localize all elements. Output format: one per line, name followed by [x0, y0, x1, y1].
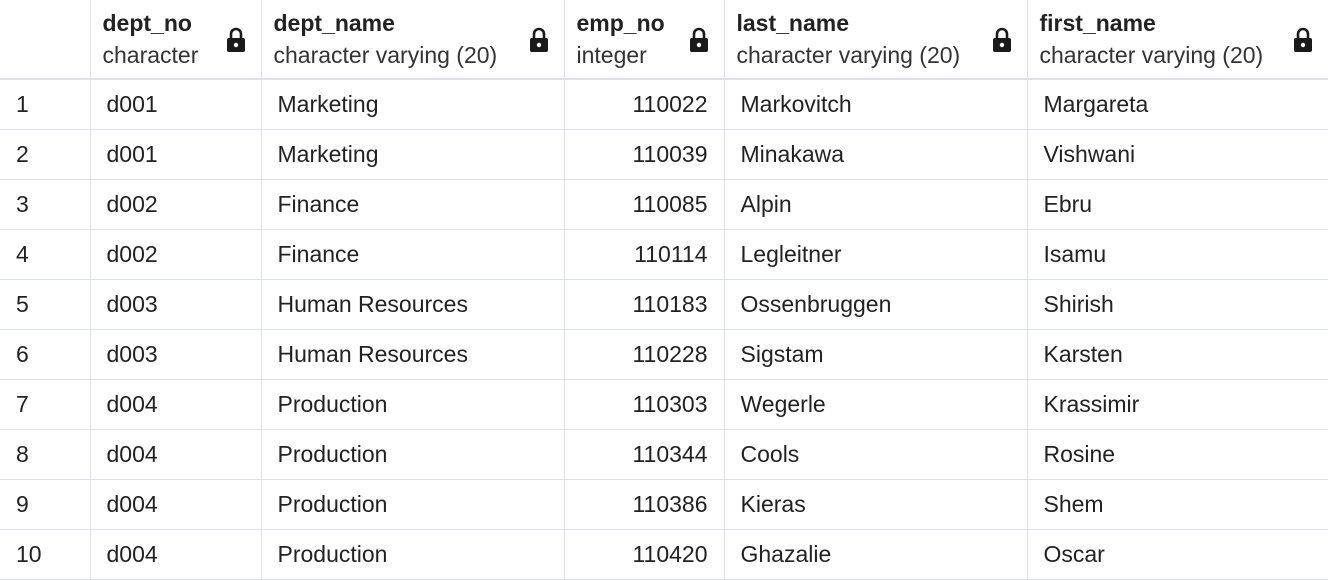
row-index[interactable]: 1 [0, 79, 91, 130]
lock-icon [1293, 27, 1312, 52]
cell-last-name[interactable]: Legleitner [724, 229, 1028, 280]
table-row[interactable]: 6 d003 Human Resources 110228 Sigstam Ka… [0, 329, 1328, 380]
cell-first-name[interactable]: Shem [1027, 479, 1328, 530]
cell-last-name[interactable]: Markovitch [724, 79, 1028, 130]
cell-emp-no[interactable]: 110228 [564, 329, 725, 380]
table-row[interactable]: 2 d001 Marketing 110039 Minakawa Vishwan… [0, 129, 1328, 180]
cell-dept-name[interactable]: Finance [261, 179, 565, 230]
cell-first-name[interactable]: Rosine [1027, 429, 1328, 480]
column-header-dept-no[interactable]: dept_no character [90, 0, 262, 80]
column-name: dept_name [273, 10, 395, 36]
cell-last-name[interactable]: Sigstam [724, 329, 1028, 380]
cell-first-name[interactable]: Oscar [1027, 529, 1328, 580]
column-name: last_name [736, 10, 850, 36]
row-index[interactable]: 7 [0, 379, 91, 430]
cell-dept-no[interactable]: d001 [90, 79, 262, 130]
cell-first-name[interactable]: Shirish [1027, 279, 1328, 330]
cell-last-name[interactable]: Cools [724, 429, 1028, 480]
cell-last-name[interactable]: Kieras [724, 479, 1028, 530]
cell-emp-no[interactable]: 110114 [564, 229, 725, 280]
cell-dept-name[interactable]: Marketing [261, 129, 565, 180]
cell-dept-no[interactable]: d004 [90, 429, 262, 480]
cell-dept-no[interactable]: d003 [90, 329, 262, 380]
row-index-header[interactable] [0, 0, 91, 80]
result-grid: dept_no character dept_name character va… [0, 0, 1328, 580]
cell-emp-no[interactable]: 110085 [564, 179, 725, 230]
lock-icon [529, 27, 548, 52]
row-index[interactable]: 10 [0, 529, 91, 580]
table-row[interactable]: 10 d004 Production 110420 Ghazalie Oscar [0, 529, 1328, 580]
table-row[interactable]: 7 d004 Production 110303 Wegerle Krassim… [0, 379, 1328, 430]
cell-emp-no[interactable]: 110039 [564, 129, 725, 180]
grid-body: 1 d001 Marketing 110022 Markovitch Marga… [0, 79, 1328, 580]
table-row[interactable]: 1 d001 Marketing 110022 Markovitch Marga… [0, 79, 1328, 130]
cell-last-name[interactable]: Alpin [724, 179, 1028, 230]
cell-first-name[interactable]: Isamu [1027, 229, 1328, 280]
column-type: character varying (20) [736, 42, 961, 68]
cell-dept-no[interactable]: d004 [90, 379, 262, 430]
row-index[interactable]: 3 [0, 179, 91, 230]
cell-dept-name[interactable]: Production [261, 429, 565, 480]
cell-dept-name[interactable]: Production [261, 529, 565, 580]
table-row[interactable]: 8 d004 Production 110344 Cools Rosine [0, 429, 1328, 480]
lock-icon [992, 27, 1011, 52]
table-row[interactable]: 3 d002 Finance 110085 Alpin Ebru [0, 179, 1328, 230]
cell-dept-name[interactable]: Human Resources [261, 279, 565, 330]
lock-icon [226, 27, 245, 52]
cell-first-name[interactable]: Margareta [1027, 79, 1328, 130]
column-type: character varying (20) [1039, 42, 1264, 68]
column-header-first-name[interactable]: first_name character varying (20) [1027, 0, 1328, 80]
cell-first-name[interactable]: Krassimir [1027, 379, 1328, 430]
cell-first-name[interactable]: Ebru [1027, 179, 1328, 230]
row-index[interactable]: 8 [0, 429, 91, 480]
cell-dept-no[interactable]: d002 [90, 179, 262, 230]
table-row[interactable]: 5 d003 Human Resources 110183 Ossenbrugg… [0, 279, 1328, 330]
cell-first-name[interactable]: Vishwani [1027, 129, 1328, 180]
column-type: character varying (20) [273, 42, 498, 68]
column-name: first_name [1039, 10, 1156, 36]
column-header-emp-no[interactable]: emp_no integer [564, 0, 725, 80]
cell-emp-no[interactable]: 110303 [564, 379, 725, 430]
cell-emp-no[interactable]: 110344 [564, 429, 725, 480]
cell-dept-name[interactable]: Production [261, 379, 565, 430]
cell-last-name[interactable]: Ghazalie [724, 529, 1028, 580]
cell-dept-name[interactable]: Human Resources [261, 329, 565, 380]
cell-emp-no[interactable]: 110183 [564, 279, 725, 330]
row-index[interactable]: 2 [0, 129, 91, 180]
table-row[interactable]: 4 d002 Finance 110114 Legleitner Isamu [0, 229, 1328, 280]
table-row[interactable]: 9 d004 Production 110386 Kieras Shem [0, 479, 1328, 530]
cell-emp-no[interactable]: 110022 [564, 79, 725, 130]
row-index[interactable]: 4 [0, 229, 91, 280]
lock-icon [689, 27, 708, 52]
row-index[interactable]: 6 [0, 329, 91, 380]
cell-first-name[interactable]: Karsten [1027, 329, 1328, 380]
cell-dept-name[interactable]: Production [261, 479, 565, 530]
cell-last-name[interactable]: Minakawa [724, 129, 1028, 180]
cell-dept-no[interactable]: d002 [90, 229, 262, 280]
grid-header: dept_no character dept_name character va… [0, 0, 1328, 80]
row-index[interactable]: 5 [0, 279, 91, 330]
cell-dept-no[interactable]: d001 [90, 129, 262, 180]
header-row: dept_no character dept_name character va… [0, 0, 1328, 80]
cell-dept-name[interactable]: Finance [261, 229, 565, 280]
cell-dept-no[interactable]: d004 [90, 479, 262, 530]
cell-last-name[interactable]: Wegerle [724, 379, 1028, 430]
column-header-dept-name[interactable]: dept_name character varying (20) [261, 0, 565, 80]
row-index[interactable]: 9 [0, 479, 91, 530]
cell-dept-no[interactable]: d004 [90, 529, 262, 580]
cell-emp-no[interactable]: 110420 [564, 529, 725, 580]
cell-last-name[interactable]: Ossenbruggen [724, 279, 1028, 330]
cell-dept-no[interactable]: d003 [90, 279, 262, 330]
cell-emp-no[interactable]: 110386 [564, 479, 725, 530]
cell-dept-name[interactable]: Marketing [261, 79, 565, 130]
column-header-last-name[interactable]: last_name character varying (20) [724, 0, 1028, 80]
